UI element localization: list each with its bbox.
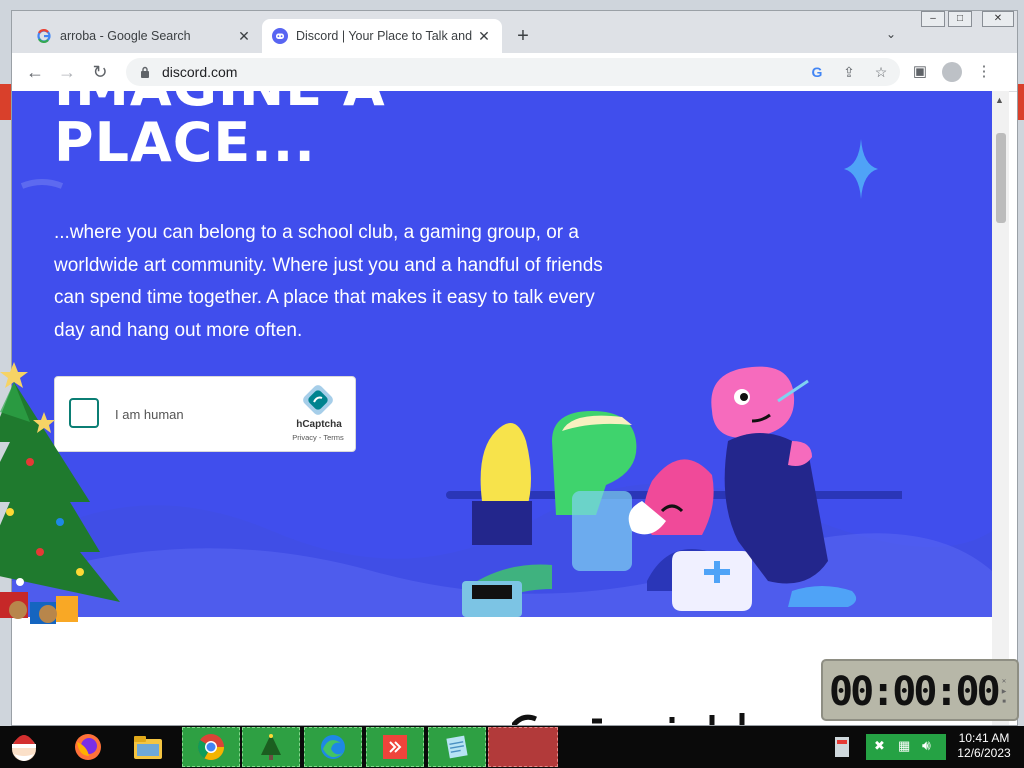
menu-kebab-icon[interactable]: ⋮ xyxy=(974,62,994,82)
forward-arrow-icon[interactable]: → xyxy=(56,61,78,83)
profile-avatar[interactable] xyxy=(942,62,962,82)
taskbar-window-button[interactable] xyxy=(488,727,558,767)
window-controls: – □ ✕ xyxy=(918,11,1014,27)
network-icon[interactable]: ▦ xyxy=(898,738,910,754)
tab-close-icon[interactable]: ✕ xyxy=(476,28,492,44)
network-error-icon[interactable]: ✖ xyxy=(874,738,885,754)
friends-illustration xyxy=(446,366,902,617)
taskbar-clock[interactable]: 10:41 AM 12/6/2023 xyxy=(946,731,1022,761)
discord-icon xyxy=(272,28,288,44)
start-button-santa-icon[interactable] xyxy=(2,727,46,767)
tab-google-search[interactable]: arroba - Google Search ✕ xyxy=(26,19,262,53)
tab-title: arroba - Google Search xyxy=(60,29,191,43)
new-tab-icon[interactable]: + xyxy=(512,25,534,47)
captcha-privacy-terms-links[interactable]: Privacy - Terms xyxy=(285,433,351,442)
tab-strip: arroba - Google Search ✕ Discord | Your … xyxy=(12,11,1017,53)
side-panel-icon[interactable]: ▣ xyxy=(910,62,930,82)
edge-taskbar-icon[interactable] xyxy=(304,727,362,767)
clock-date: 12/6/2023 xyxy=(957,746,1011,760)
headline-line-2: PLACE... xyxy=(54,111,316,174)
bookmark-star-icon[interactable]: ☆ xyxy=(872,63,890,81)
taskbar: ✖ ▦ 🔊︎ 10:41 AM 12/6/2023 xyxy=(0,726,1024,768)
maximize-icon[interactable]: □ xyxy=(948,11,972,27)
hcaptcha-logo-icon xyxy=(303,385,333,415)
tab-discord[interactable]: Discord | Your Place to Talk and H ✕ xyxy=(262,19,502,53)
address-url: discord.com xyxy=(162,64,238,80)
show-desktop-icon[interactable] xyxy=(830,727,854,767)
christmas-tree-gadget xyxy=(0,362,120,624)
captcha-brand: hCaptcha xyxy=(296,419,342,430)
lock-icon xyxy=(138,65,152,79)
firefox-icon[interactable] xyxy=(66,727,110,767)
hero-section: IMAGINE A PLACE... ...where you can belo… xyxy=(12,91,992,617)
stopwatch-controls[interactable]: ✕ ▶ ■ xyxy=(993,677,1015,707)
volume-icon[interactable]: 🔊︎ xyxy=(922,737,931,754)
system-tray: ✖ ▦ 🔊︎ xyxy=(866,734,946,760)
clock-time: 10:41 AM xyxy=(958,731,1010,745)
file-explorer-icon[interactable] xyxy=(126,727,170,767)
browser-window: arroba - Google Search ✕ Discord | Your … xyxy=(11,10,1018,726)
anydesk-taskbar-icon[interactable] xyxy=(366,727,424,767)
chevron-down-icon[interactable]: ⌄ xyxy=(886,27,902,43)
google-lens-icon[interactable]: G xyxy=(808,63,826,81)
next-section-heading-cropped xyxy=(512,713,745,725)
sparkle-icon xyxy=(844,139,878,199)
scroll-up-arrow-icon[interactable]: ▲ xyxy=(995,95,1004,105)
google-g-icon xyxy=(36,28,52,44)
page-viewport: IMAGINE A PLACE... ...where you can belo… xyxy=(12,91,992,725)
minimize-icon[interactable]: – xyxy=(921,11,945,27)
browser-toolbar: ← → ↻ discord.com G ⇪ ☆ ▣ ⋮ xyxy=(12,53,1017,92)
stopwatch-display: 00:00:00 xyxy=(829,669,1001,715)
notepad-taskbar-icon[interactable] xyxy=(428,727,486,767)
back-arrow-icon[interactable]: ← xyxy=(24,61,46,83)
share-icon[interactable]: ⇪ xyxy=(840,63,858,81)
stopwatch-gadget: 00:00:00 ✕ ▶ ■ xyxy=(821,659,1019,721)
hero-headline: IMAGINE A PLACE... xyxy=(54,91,386,171)
address-bar[interactable]: discord.com G ⇪ ☆ xyxy=(126,58,900,86)
chrome-taskbar-button[interactable] xyxy=(182,727,240,767)
tab-title: Discord | Your Place to Talk and H xyxy=(296,29,476,43)
tab-close-icon[interactable]: ✕ xyxy=(236,28,252,44)
christmas-tree-taskbar-icon[interactable] xyxy=(242,727,300,767)
reload-icon[interactable]: ↻ xyxy=(89,61,111,83)
close-window-icon[interactable]: ✕ xyxy=(982,11,1014,27)
scrollbar-thumb[interactable] xyxy=(996,133,1006,223)
